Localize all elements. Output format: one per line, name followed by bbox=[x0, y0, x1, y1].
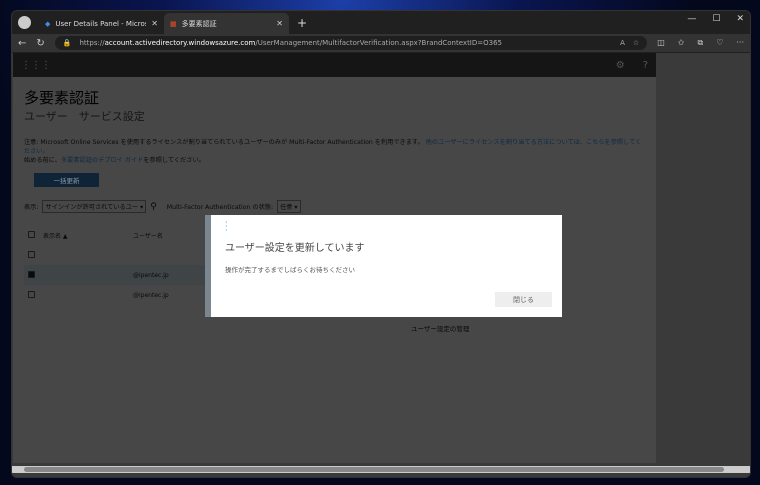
microsoft-icon: ▦ bbox=[170, 19, 177, 28]
close-tab-icon[interactable]: ✕ bbox=[151, 19, 158, 28]
row-checkbox[interactable] bbox=[28, 250, 35, 258]
manage-user-settings-link[interactable]: ユーザー設定の管理 bbox=[411, 323, 469, 333]
tab-user-details[interactable]: ◆User Details Panel - Microsoft 365✕ bbox=[39, 13, 164, 34]
page-title: 多要素認証 bbox=[24, 89, 100, 107]
azure-icon: ◆ bbox=[45, 19, 51, 28]
column-display-name[interactable]: 表示名 ▲ bbox=[39, 225, 129, 245]
close-window-button[interactable]: ✕ bbox=[736, 14, 744, 24]
row-checkbox[interactable] bbox=[28, 290, 35, 298]
back-icon[interactable]: ← bbox=[18, 38, 26, 49]
tab-bar: ◆User Details Panel - Microsoft 365✕ ▦多要… bbox=[12, 11, 750, 34]
minimize-button[interactable]: — bbox=[687, 14, 696, 24]
browser-window: ◆User Details Panel - Microsoft 365✕ ▦多要… bbox=[11, 10, 751, 478]
settings-gear-icon[interactable]: ⚙ bbox=[616, 60, 625, 71]
updating-dialog: · · · ユーザー設定を更新しています 操作が完了するまでしばらくお待ちください … bbox=[205, 215, 562, 317]
view-select[interactable]: サインインが許可されているユー ▾ bbox=[42, 200, 147, 213]
row-checkbox[interactable] bbox=[28, 270, 35, 278]
tab-mfa[interactable]: ▦ 多要素認証 ✕ bbox=[164, 13, 289, 34]
favorites-icon[interactable]: ✩ bbox=[678, 38, 685, 48]
read-aloud-icon[interactable]: A bbox=[620, 39, 625, 47]
page-subtitle: ユーザー サービス設定 bbox=[24, 110, 145, 123]
mfa-status-select[interactable]: 任意 ▾ bbox=[277, 200, 301, 213]
url-input[interactable]: 🔒 https://account.activedirectory.windows… bbox=[54, 36, 648, 50]
favorite-star-icon[interactable]: ☆ bbox=[633, 39, 639, 47]
split-screen-icon[interactable]: ◫ bbox=[657, 38, 665, 48]
bulk-update-button[interactable]: 一括更新 bbox=[34, 173, 99, 187]
search-icon[interactable]: ⚲ bbox=[150, 202, 157, 212]
dialog-title: ユーザー設定を更新しています bbox=[225, 243, 365, 254]
deploy-guide-link[interactable]: 多要素認証のデプロイ ガイド bbox=[61, 157, 143, 164]
portal-header: ⋮⋮⋮ ⚙? bbox=[13, 53, 656, 77]
loading-spinner-icon: · · · bbox=[225, 218, 228, 235]
horizontal-scrollbar[interactable] bbox=[12, 466, 750, 473]
more-icon[interactable]: ··· bbox=[736, 38, 744, 48]
select-all-checkbox[interactable] bbox=[28, 230, 35, 238]
help-icon[interactable]: ? bbox=[643, 60, 648, 71]
maximize-button[interactable]: ☐ bbox=[712, 14, 720, 24]
dialog-message: 操作が完了するまでしばらくお待ちください bbox=[225, 266, 355, 274]
close-tab-icon[interactable]: ✕ bbox=[276, 19, 283, 28]
new-tab-button[interactable]: + bbox=[289, 16, 315, 34]
profile-avatar[interactable] bbox=[18, 16, 31, 29]
license-note: 注意: Microsoft Online Services を使用するライセンス… bbox=[24, 139, 642, 164]
close-button[interactable]: 閉じる bbox=[495, 292, 552, 307]
app-launcher-icon[interactable]: ⋮⋮⋮ bbox=[21, 60, 51, 71]
collections-icon[interactable]: ⧉ bbox=[697, 38, 703, 48]
lock-icon: 🔒 bbox=[62, 39, 72, 47]
heart-icon[interactable]: ♡ bbox=[716, 38, 723, 48]
address-bar-row: ← ↻ 🔒 https://account.activedirectory.wind… bbox=[12, 34, 750, 52]
refresh-icon[interactable]: ↻ bbox=[36, 38, 44, 49]
